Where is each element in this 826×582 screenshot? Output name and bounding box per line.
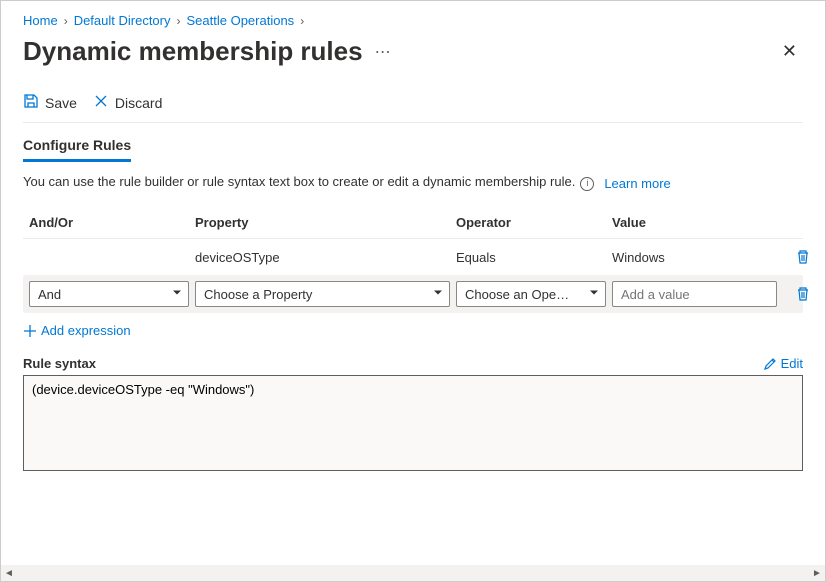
trash-icon [795, 249, 811, 265]
toolbar: Save Discard [23, 85, 803, 123]
save-icon [23, 93, 39, 112]
discard-label: Discard [115, 95, 162, 111]
cell-property: deviceOSType [195, 250, 450, 265]
rule-syntax-textarea[interactable] [23, 375, 803, 471]
header-andor: And/Or [29, 215, 189, 230]
table-row: And Choose a Property Choose an Ope… [23, 275, 803, 313]
property-select[interactable]: Choose a Property [195, 281, 450, 307]
rule-syntax-label: Rule syntax [23, 356, 96, 371]
info-icon[interactable]: i [580, 177, 594, 191]
breadcrumb-item-home[interactable]: Home [23, 13, 58, 28]
pencil-icon [763, 357, 777, 371]
add-expression-button[interactable]: Add expression [23, 313, 131, 356]
plus-icon [23, 324, 37, 338]
chevron-right-icon: › [177, 14, 181, 28]
chevron-right-icon: › [64, 14, 68, 28]
operator-select[interactable]: Choose an Ope… [456, 281, 606, 307]
save-button[interactable]: Save [23, 93, 77, 112]
breadcrumb-item-directory[interactable]: Default Directory [74, 13, 171, 28]
discard-icon [93, 93, 109, 112]
cell-value: Windows [612, 250, 777, 265]
section-tabs: Configure Rules [23, 137, 803, 162]
andor-select[interactable]: And [29, 281, 189, 307]
page-title: Dynamic membership rules [23, 36, 363, 67]
breadcrumb: Home › Default Directory › Seattle Opera… [23, 9, 803, 36]
value-input[interactable] [612, 281, 777, 307]
page-header: Dynamic membership rules ⋯ ✕ [23, 36, 803, 85]
horizontal-scrollbar[interactable]: ◄ ► [1, 565, 825, 581]
delete-row-button[interactable] [783, 286, 823, 302]
trash-icon [795, 286, 811, 302]
learn-more-link[interactable]: Learn more [604, 176, 670, 191]
more-icon[interactable]: ⋯ [375, 42, 392, 62]
rules-table: And/Or Property Operator Value deviceOST… [23, 207, 803, 313]
table-header: And/Or Property Operator Value [23, 207, 803, 239]
header-property: Property [195, 215, 450, 230]
header-operator: Operator [456, 215, 606, 230]
table-row: deviceOSType Equals Windows [23, 239, 803, 275]
save-label: Save [45, 95, 77, 111]
helper-text: You can use the rule builder or rule syn… [23, 174, 575, 189]
delete-row-button[interactable] [783, 249, 823, 265]
tab-configure-rules[interactable]: Configure Rules [23, 137, 131, 162]
discard-button[interactable]: Discard [93, 93, 162, 112]
header-value: Value [612, 215, 777, 230]
chevron-right-icon: › [300, 14, 304, 28]
cell-operator: Equals [456, 250, 606, 265]
close-icon[interactable]: ✕ [776, 37, 803, 66]
breadcrumb-item-seattle[interactable]: Seattle Operations [187, 13, 295, 28]
edit-syntax-button[interactable]: Edit [763, 356, 803, 371]
